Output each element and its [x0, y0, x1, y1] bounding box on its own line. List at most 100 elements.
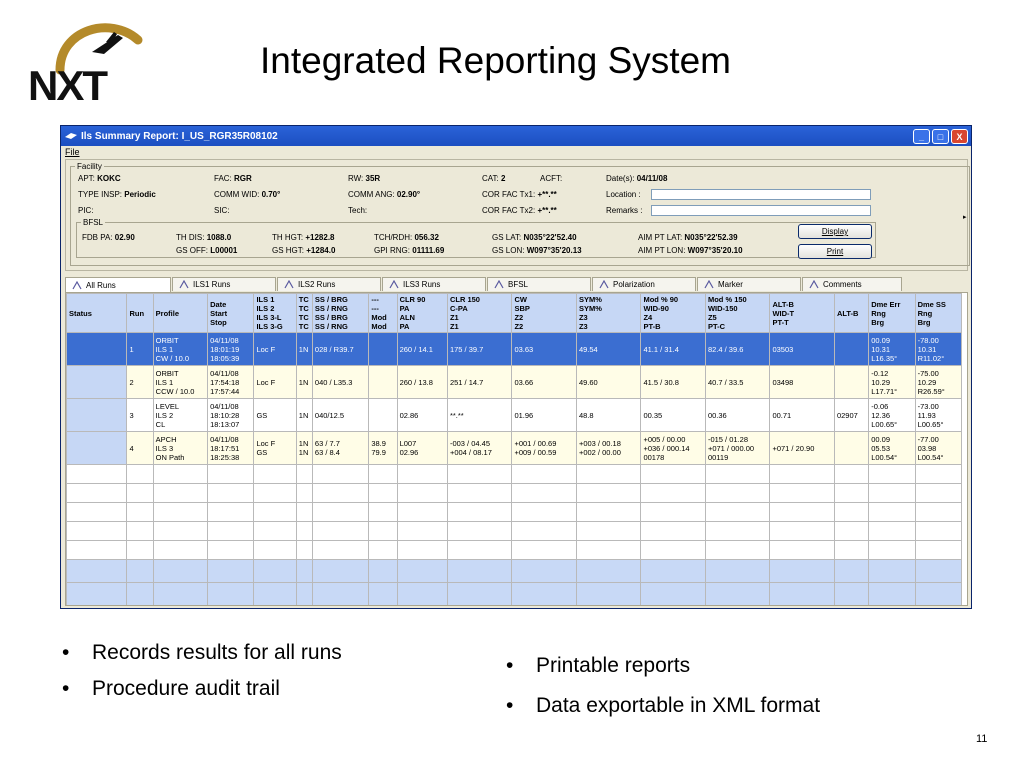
gs-lat-field: GS LAT: N035°22'52.40 [492, 233, 577, 242]
cell-line: L007 [399, 439, 417, 448]
table-cell: GS [253, 398, 297, 432]
window-titlebar[interactable]: Ils Summary Report: I_US_RGR35R08102 _ □… [61, 126, 971, 146]
cell-line: 4 [129, 443, 134, 453]
bfsl-legend: BFSL [83, 218, 104, 227]
empty-cell [833, 540, 870, 560]
tab-ils3-runs[interactable]: ILS3 Runs [382, 277, 486, 291]
minimize-button[interactable]: _ [913, 128, 930, 144]
table-row[interactable]: 3 LEVEL ILS 2 CL 04/11/08 18:10:28 18:13:07 GS 1… [66, 398, 963, 432]
table-cell: 00.35 [640, 398, 706, 432]
table-cell: 00.36 [704, 398, 771, 432]
empty-cell [868, 483, 916, 503]
column-header-line: TC [298, 304, 309, 313]
column-header[interactable]: Mod % 150 WID-150 Z5 PT-C [704, 293, 771, 333]
tab-bfsl[interactable]: BFSL [487, 277, 591, 291]
tab-label: Polarization [613, 280, 655, 289]
empty-cell [446, 483, 513, 503]
table-row[interactable]: 2 ORBIT ILS 1 CCW / 10.0 04/11/08 17:54:18 17:… [66, 365, 963, 399]
cell-line: 00119 [707, 452, 729, 462]
tab-comments[interactable]: Comments [802, 277, 902, 291]
cell-line: -77.00 [917, 434, 939, 444]
menu-file[interactable]: File [65, 147, 80, 157]
footer-cell [311, 582, 370, 605]
empty-cell [704, 540, 771, 560]
column-header[interactable]: Run [126, 293, 154, 333]
table-cell: -78.00 10.31 R11.02° [914, 332, 963, 366]
tab-ils2-runs[interactable]: ILS2 Runs [277, 277, 381, 291]
cell-line: 00.09 [871, 434, 890, 444]
column-header[interactable]: Status [66, 293, 128, 333]
empty-cell [295, 521, 313, 541]
cell-line: 48.8 [578, 410, 594, 420]
remarks-input[interactable] [651, 205, 871, 216]
empty-cell [511, 483, 577, 503]
empty-cell [704, 502, 771, 522]
column-header-line: Run [129, 308, 145, 318]
cell-line: 040/12.5 [314, 410, 345, 420]
column-header-line: Profile [155, 308, 180, 318]
maximize-button[interactable]: □ [932, 128, 949, 144]
footer-cell [446, 582, 513, 605]
cell-line: 12.36 [871, 410, 890, 420]
column-header[interactable]: Dme SS Rng Brg [914, 293, 963, 333]
column-header[interactable]: CLR 150 C-PA Z1 Z1 [446, 293, 513, 333]
empty-cell [575, 521, 642, 541]
column-header[interactable]: ALT-B [833, 293, 870, 333]
table-cell: +005 / 00.00 +036 / 000.14 00178 [640, 431, 706, 465]
column-header[interactable]: Profile [152, 293, 209, 333]
tch-rdh-field: TCH/RDH: 056.32 [374, 233, 439, 242]
location-input[interactable] [651, 189, 871, 200]
column-header[interactable]: CLR 90 PA ALN PA [396, 293, 448, 333]
type-insp-field: TYPE INSP: Periodic [78, 190, 156, 199]
cell-line: CL [155, 419, 166, 429]
runs-grid[interactable]: Status Run Profile Date Start Stop ILS 1 ILS 2I… [65, 292, 968, 606]
column-header[interactable]: SYM% SYM% Z3 Z3 [575, 293, 642, 333]
cell-line: CW / 10.0 [155, 353, 190, 363]
tab-strip: All Runs ILS1 Runs ILS2 Runs ILS3 Runs BFSL P… [65, 277, 968, 292]
cell-line: +009 / 00.59 [514, 448, 557, 457]
table-cell: 040/12.5 [311, 398, 370, 432]
column-header-line: ILS 1 [256, 295, 275, 304]
column-header[interactable]: --- --- Mod Mod [368, 293, 398, 333]
cell-line: 1 [129, 344, 134, 354]
tab-ils1-runs[interactable]: ILS1 Runs [172, 277, 276, 291]
column-header[interactable]: SS / BRG SS / RNG SS / BRG SS / RNG [311, 293, 370, 333]
display-button[interactable]: Display [798, 224, 872, 239]
cell-line: -73.00 [917, 401, 939, 411]
cell-line: 18:05:39 [210, 353, 240, 363]
empty-cell [769, 540, 835, 560]
column-header[interactable]: TC TC TC TC [295, 293, 313, 333]
app-icon [65, 133, 77, 139]
table-cell: 04/11/08 18:01:19 18:05:39 [207, 332, 255, 366]
cell-line: +071 / 000.00 [707, 443, 755, 453]
cell-line: ILS 2 [155, 410, 174, 420]
cell-line: -75.00 [917, 368, 939, 378]
window-title: Ils Summary Report: I_US_RGR35R08102 [81, 130, 278, 142]
scroll-arrow-icon[interactable]: ▸ [963, 213, 967, 221]
column-header[interactable]: CW SBP Z2 Z2 [511, 293, 577, 333]
print-button[interactable]: Print [798, 244, 872, 259]
tab-polarization[interactable]: Polarization [592, 277, 696, 291]
cell-line: 251 / 14.7 [449, 377, 484, 387]
cell-line: ILS 1 [155, 377, 174, 387]
tab-label: ILS3 Runs [403, 280, 441, 289]
column-header[interactable]: Dme Err Rng Brg [868, 293, 916, 333]
tab-all-runs[interactable]: All Runs [65, 277, 171, 292]
column-header[interactable]: Date Start Stop [207, 293, 255, 333]
footer-cell [914, 559, 963, 583]
column-header[interactable]: Mod % 90 WID-90 Z4 PT-B [640, 293, 706, 333]
empty-cell [769, 464, 835, 484]
cell-line: 18:13:07 [210, 419, 240, 429]
table-cell: 1 [126, 332, 154, 366]
table-row[interactable]: 1 ORBIT ILS 1 CW / 10.0 04/11/08 18:01:19 18:0… [66, 332, 963, 366]
table-row[interactable]: 4 APCH ILS 3 ON Path 04/11/08 18:17:51 18:25:3… [66, 431, 963, 465]
table-cell: 028 / R39.7 [311, 332, 370, 366]
cell-line: 40.7 / 33.5 [707, 377, 744, 387]
tab-marker[interactable]: Marker [697, 277, 801, 291]
cell-line: 18:01:19 [210, 344, 240, 354]
footer-cell [295, 582, 313, 605]
close-button[interactable]: X [951, 128, 968, 144]
column-header[interactable]: ILS 1 ILS 2 ILS 3-L ILS 3-G [253, 293, 297, 333]
column-header[interactable]: ALT-B WID-T PT-T [769, 293, 835, 333]
cell-line: GS [256, 410, 268, 420]
